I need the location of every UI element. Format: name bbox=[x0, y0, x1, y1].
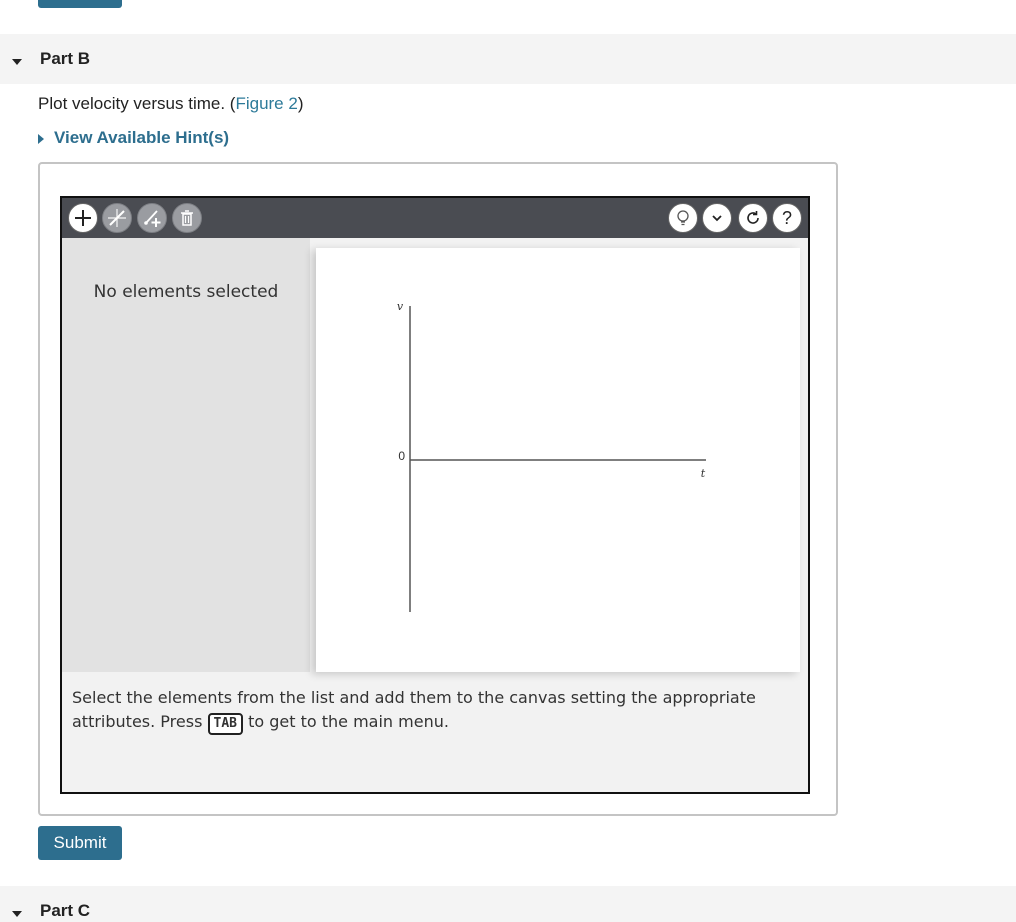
instructions: Select the elements from the list and ad… bbox=[72, 686, 772, 735]
submit-button[interactable]: Submit bbox=[38, 826, 122, 860]
caret-down-icon bbox=[12, 59, 22, 65]
trash-icon[interactable] bbox=[172, 203, 202, 233]
graphing-tool: ? No elements selected v 0 t Select the … bbox=[60, 196, 810, 794]
add-point-icon[interactable] bbox=[137, 203, 167, 233]
element-properties-panel: No elements selected bbox=[62, 238, 310, 672]
toolbar: ? bbox=[62, 198, 808, 238]
previous-submit-button[interactable] bbox=[38, 0, 122, 8]
figure-link[interactable]: Figure 2 bbox=[235, 94, 297, 113]
y-axis-label: v bbox=[397, 300, 404, 313]
line-tool-icon[interactable] bbox=[102, 203, 132, 233]
caret-right-icon bbox=[38, 134, 44, 144]
chevron-down-icon[interactable] bbox=[702, 203, 732, 233]
x-axis-label: t bbox=[701, 467, 706, 480]
help-icon[interactable]: ? bbox=[772, 203, 802, 233]
part-b-title: Part B bbox=[40, 49, 91, 68]
graph-canvas[interactable]: v 0 t bbox=[316, 248, 800, 672]
svg-text:?: ? bbox=[782, 208, 792, 228]
caret-down-icon bbox=[12, 911, 22, 917]
add-icon[interactable] bbox=[68, 203, 98, 233]
tab-key: TAB bbox=[207, 713, 243, 735]
view-hints-toggle[interactable]: View Available Hint(s) bbox=[38, 128, 229, 148]
part-c-title: Part C bbox=[40, 901, 91, 920]
question-text: Plot velocity versus time. (Figure 2) bbox=[38, 94, 304, 113]
part-c-header[interactable]: Part C bbox=[0, 886, 1016, 922]
lightbulb-icon[interactable] bbox=[668, 203, 698, 233]
origin-label: 0 bbox=[398, 449, 405, 463]
reset-icon[interactable] bbox=[738, 203, 768, 233]
no-selection-message: No elements selected bbox=[93, 282, 279, 302]
part-b-header[interactable]: Part B bbox=[0, 34, 1016, 84]
